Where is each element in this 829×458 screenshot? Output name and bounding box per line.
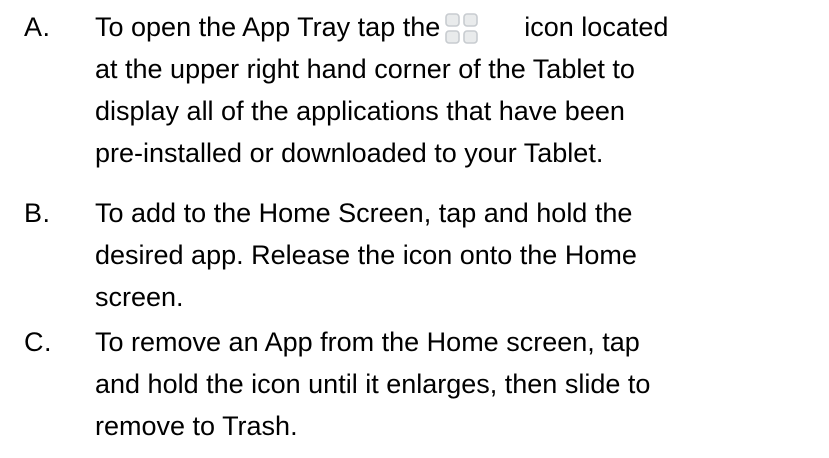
app-tray-grid-icon (445, 13, 479, 44)
instruction-line: To add to the Home Screen, tap and hold … (95, 198, 633, 228)
inline-text-after-icon: icon located (524, 12, 669, 42)
instruction-text-c: To remove an App from the Home screen, t… (95, 323, 823, 445)
instruction-line: To remove an App from the Home screen, t… (95, 327, 640, 357)
app-tray-instructions: A. To open the App Tray tap the icon loc… (0, 0, 829, 458)
instruction-line: screen. (95, 282, 184, 312)
item-marker-a: A. (24, 12, 51, 42)
instruction-line: display all of the applications that hav… (95, 96, 625, 126)
instruction-line: desired app. Release the icon onto the H… (95, 240, 637, 270)
instruction-line: remove to Trash. (95, 411, 298, 441)
inline-text-before-icon: To open the App Tray tap the (95, 12, 441, 42)
instruction-line: To open the App Tray tap the icon locate… (95, 8, 823, 46)
icon-slot (440, 8, 524, 46)
item-marker-b: B. (24, 198, 51, 228)
instruction-line: pre-installed or downloaded to your Tabl… (95, 138, 604, 168)
instruction-text-b: To add to the Home Screen, tap and hold … (95, 194, 823, 316)
instruction-line: and hold the icon until it enlarges, the… (95, 369, 651, 399)
instruction-line: at the upper right hand corner of the Ta… (95, 54, 635, 84)
instruction-text-a: To open the App Tray tap the icon locate… (95, 8, 823, 172)
item-marker-c: C. (24, 327, 52, 357)
